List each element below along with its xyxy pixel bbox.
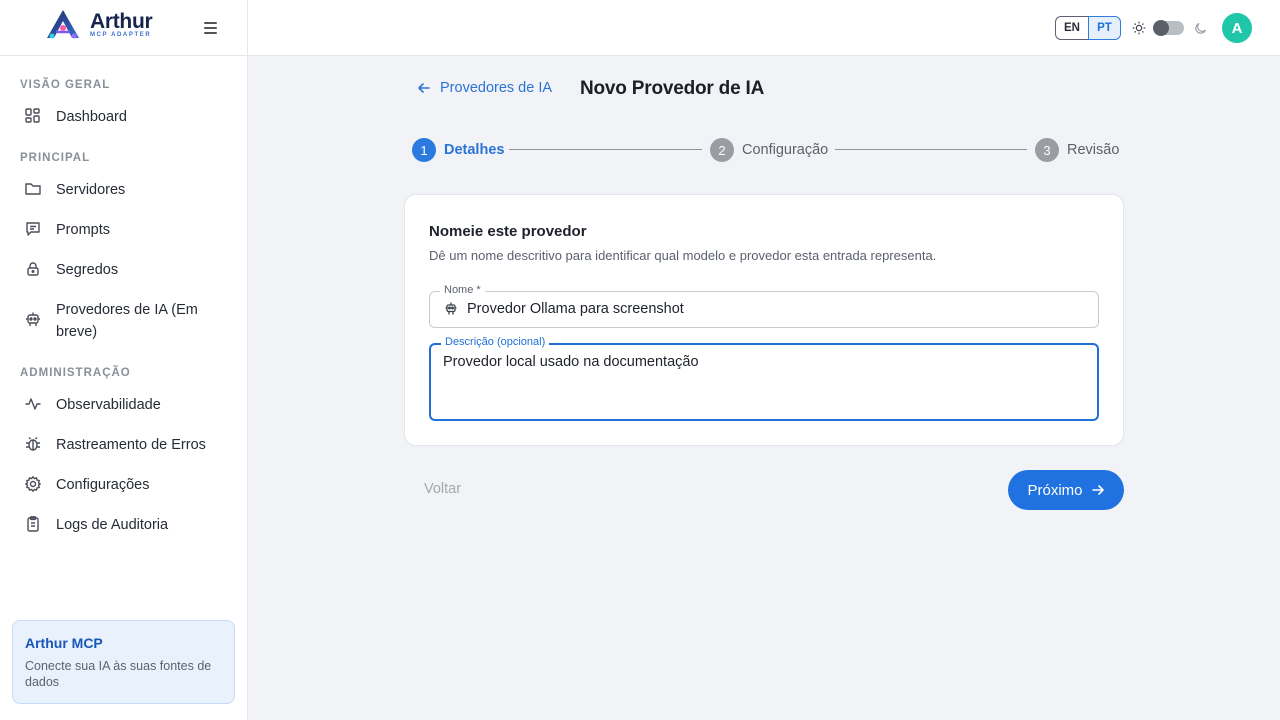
sidebar-item-label: Prompts xyxy=(56,222,110,238)
dashboard-icon xyxy=(25,108,40,123)
language-en-button[interactable]: EN xyxy=(1055,16,1088,40)
sidebar-item-servers[interactable]: Servidores xyxy=(12,179,236,201)
step-number: 1 xyxy=(412,138,436,162)
back-link-label: Provedores de IA xyxy=(440,80,553,96)
name-field[interactable]: Nome * Provedor Ollama para screenshot xyxy=(429,284,1099,328)
stepper-connector xyxy=(509,149,702,150)
back-button[interactable]: Voltar xyxy=(424,481,461,497)
logo-bar: Arthur MCP ADAPTER xyxy=(0,0,247,56)
section-label-admin: ADMINISTRAÇÃO xyxy=(20,367,131,379)
stepper-connector xyxy=(835,149,1027,150)
sidebar-item-ai-providers[interactable]: Provedores de IA (Em breve) xyxy=(12,299,202,343)
user-avatar[interactable]: A xyxy=(1222,13,1252,43)
sun-icon xyxy=(1132,21,1146,35)
lock-icon xyxy=(27,262,39,276)
language-pt-button[interactable]: PT xyxy=(1088,16,1121,40)
step-review: 3 Revisão xyxy=(1035,138,1119,162)
clipboard-icon xyxy=(27,516,39,532)
description-field-label: Descrição (opcional) xyxy=(441,336,550,348)
card-title: Nomeie este provedor xyxy=(429,223,587,240)
name-field-label: Nome * xyxy=(440,284,485,296)
section-label-main: PRINCIPAL xyxy=(20,152,91,164)
brand-logo[interactable]: Arthur MCP ADAPTER xyxy=(44,8,153,40)
moon-icon xyxy=(1195,22,1207,34)
sidebar-item-observability[interactable]: Observabilidade xyxy=(12,394,236,416)
promo-title: Arthur MCP xyxy=(25,635,103,651)
sidebar-item-label: Logs de Auditoria xyxy=(56,517,169,533)
top-bar: EN PT A xyxy=(248,0,1280,56)
step-label: Revisão xyxy=(1067,142,1120,158)
sidebar-item-audit-logs[interactable]: Logs de Auditoria xyxy=(12,514,236,536)
step-label: Detalhes xyxy=(444,142,505,158)
sidebar-item-error-tracking[interactable]: Rastreamento de Erros xyxy=(12,434,236,456)
step-number: 3 xyxy=(1035,138,1059,162)
description-field[interactable]: Descrição (opcional) Provedor local usad… xyxy=(429,336,1099,421)
folder-icon xyxy=(25,183,41,195)
sidebar-item-dashboard[interactable]: Dashboard xyxy=(12,106,236,128)
sidebar-item-label: Configurações xyxy=(56,477,150,493)
next-button-label: Próximo xyxy=(1027,481,1083,499)
sidebar-item-prompts[interactable]: Prompts xyxy=(12,219,236,241)
bug-icon xyxy=(26,437,40,451)
robot-icon xyxy=(445,302,457,315)
brand-subtitle: MCP ADAPTER xyxy=(90,31,152,38)
step-details: 1 Detalhes xyxy=(412,138,504,162)
arthur-logo-icon xyxy=(47,10,79,39)
step-number: 2 xyxy=(710,138,734,162)
description-field-value: Provedor local usado na documentação xyxy=(443,354,699,370)
sidebar-item-label: Dashboard xyxy=(56,109,127,125)
brand-name: Arthur xyxy=(90,9,153,33)
sidebar-item-label: Servidores xyxy=(56,182,126,198)
arrow-left-icon xyxy=(418,83,430,93)
name-field-value: Provedor Ollama para screenshot xyxy=(467,301,684,317)
promo-description: Conecte sua IA às suas fontes de dados xyxy=(25,659,212,689)
sidebar-item-secrets[interactable]: Segredos xyxy=(12,259,236,281)
back-to-providers-link[interactable]: Provedores de IA xyxy=(416,80,552,96)
step-configuration: 2 Configuração xyxy=(710,138,828,162)
hamburger-menu-icon[interactable] xyxy=(204,19,222,37)
step-label: Configuração xyxy=(742,142,829,158)
sidebar-item-label: Rastreamento de Erros xyxy=(56,437,206,453)
arrow-right-icon xyxy=(1091,485,1104,495)
card-description: Dê um nome descritivo para identificar q… xyxy=(429,248,937,263)
toggle-knob xyxy=(1153,20,1169,36)
promo-card: Arthur MCP Conecte sua IA às suas fontes… xyxy=(12,620,235,704)
activity-icon xyxy=(25,398,41,410)
sidebar-item-label: Segredos xyxy=(56,262,119,278)
sidebar-item-label: Provedores de IA (Em breve) xyxy=(56,302,198,340)
message-icon xyxy=(26,222,40,236)
sidebar: Arthur MCP ADAPTER VISÃO GERAL Dashboard… xyxy=(0,0,248,720)
theme-toggle[interactable] xyxy=(1153,20,1184,36)
gear-icon xyxy=(25,476,41,492)
language-switcher: EN PT xyxy=(1055,16,1121,40)
next-button[interactable]: Próximo xyxy=(1008,470,1124,510)
provider-details-card: Nomeie este provedor Dê um nome descriti… xyxy=(404,194,1124,446)
robot-icon xyxy=(26,312,40,326)
sidebar-item-label: Observabilidade xyxy=(56,397,161,413)
page-title: Novo Provedor de IA xyxy=(580,78,765,99)
sidebar-item-settings[interactable]: Configurações xyxy=(12,474,236,496)
section-label-overview: VISÃO GERAL xyxy=(20,79,111,91)
